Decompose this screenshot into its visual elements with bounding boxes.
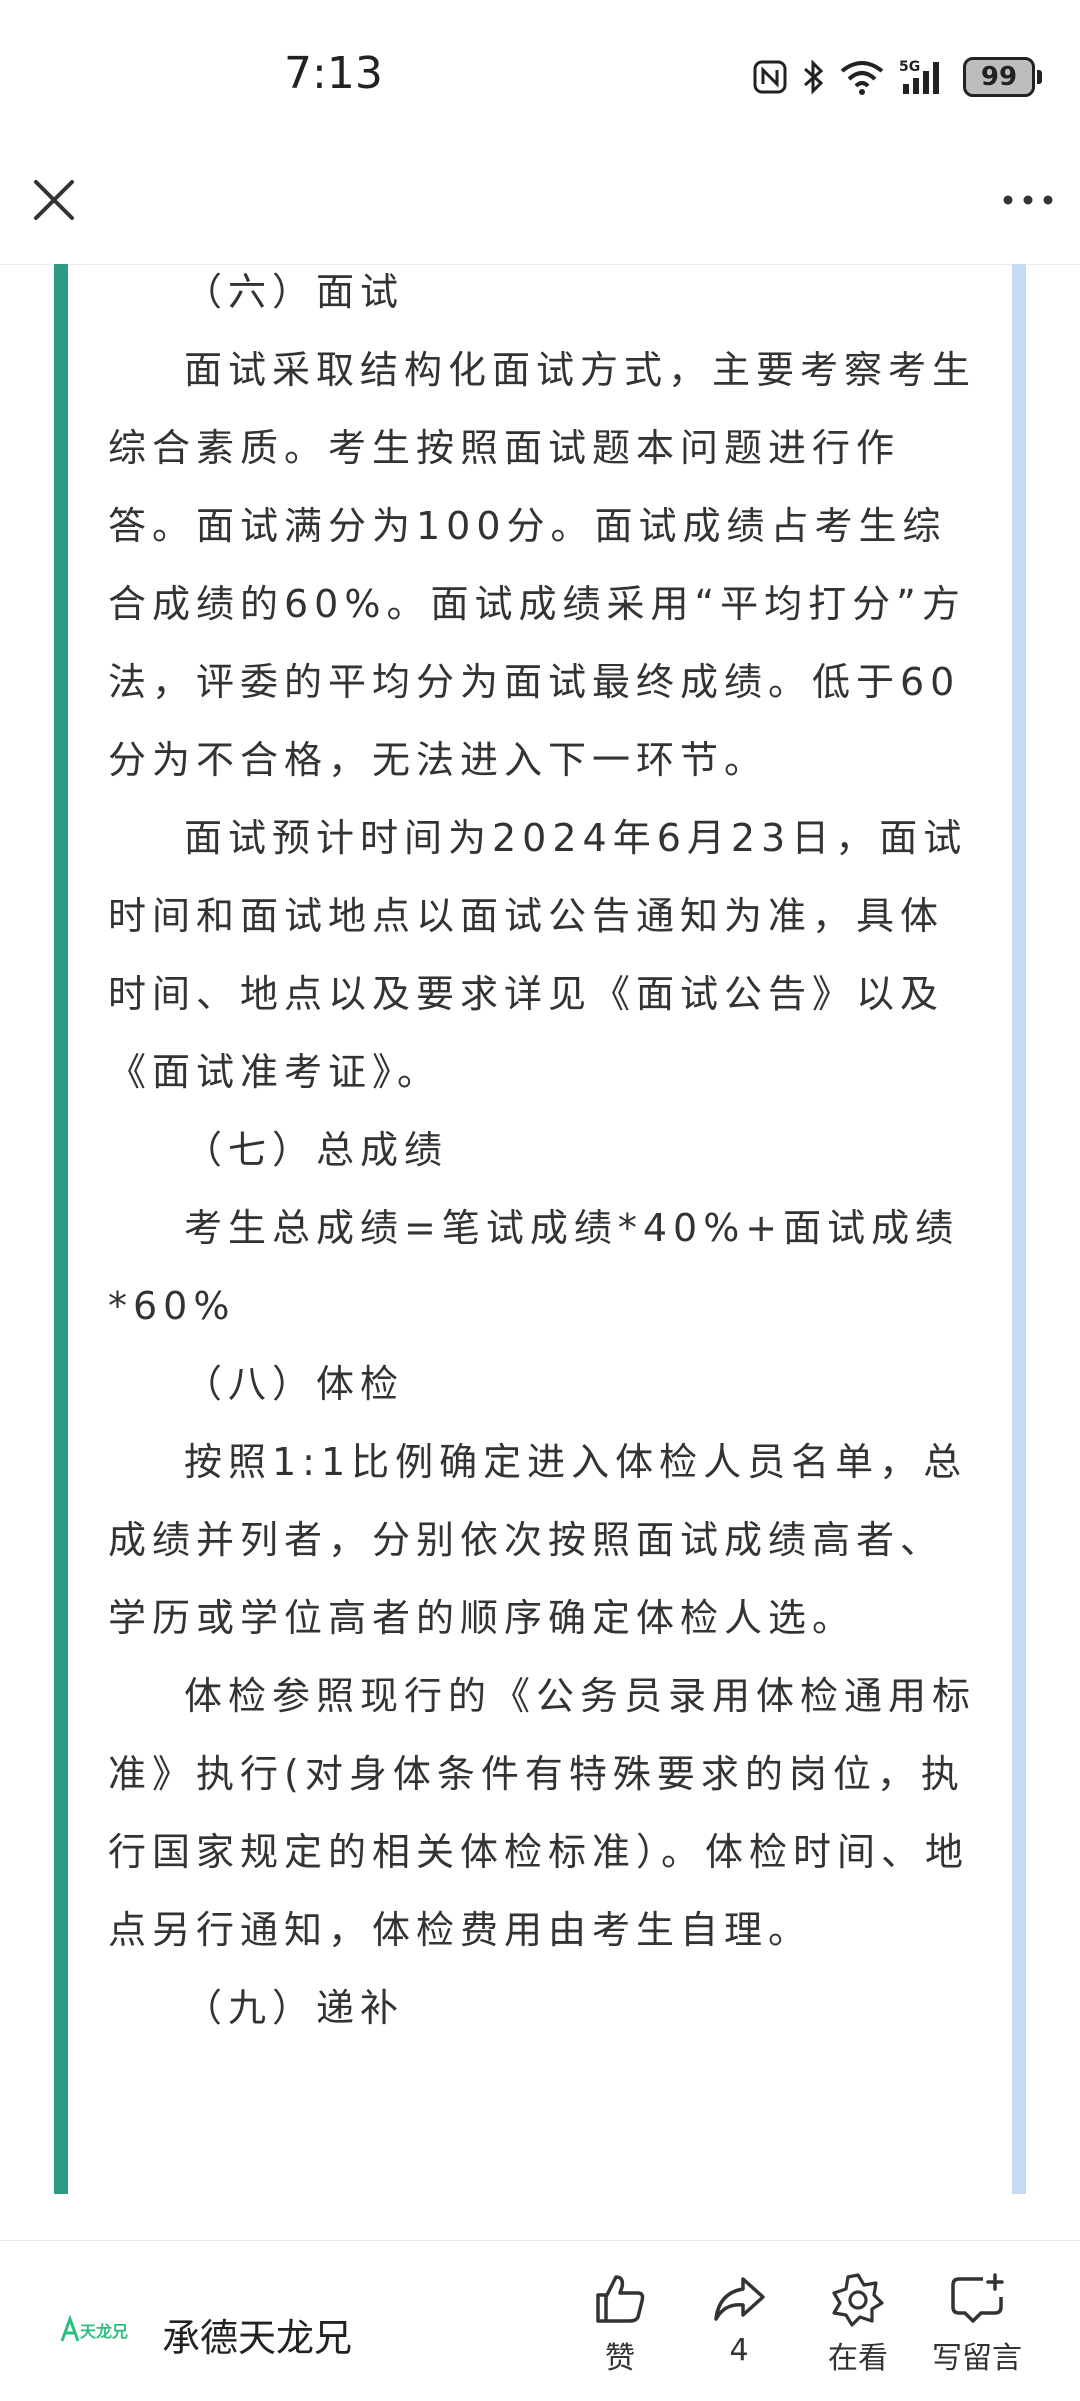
share-icon bbox=[714, 2277, 765, 2321]
section-heading-total-score: （七）总成绩 bbox=[184, 1128, 449, 1172]
article-content: （六）面试 面试采取结构化面试方式，主要考察考生综合素质。考生按照面试题本问题进… bbox=[108, 264, 978, 2047]
status-time: 7:13 bbox=[284, 48, 383, 99]
section-heading-interview: （六）面试 bbox=[184, 270, 405, 314]
paragraph-interview-method: 面试采取结构化面试方式，主要考察考生综合素质。考生按照面试题本问题进行作答。面试… bbox=[108, 348, 977, 782]
network-type: 5G bbox=[899, 59, 920, 75]
paragraph-interview-time: 面试预计时间为2024年6月23日，面试时间和面试地点以面试公告通知为准，具体时… bbox=[108, 816, 968, 1094]
watching-label: 在看 bbox=[828, 2341, 888, 2376]
status-bar: 7:13 5G 99 bbox=[0, 0, 1080, 160]
close-icon[interactable] bbox=[30, 176, 78, 224]
signal-icon: 5G bbox=[899, 59, 939, 94]
bluetooth-icon bbox=[804, 59, 824, 95]
account-logo[interactable]: 天龙兄 bbox=[60, 2315, 132, 2345]
wifi-icon bbox=[840, 61, 884, 95]
comment-label: 写留言 bbox=[932, 2341, 1022, 2376]
watching-icon bbox=[832, 2273, 884, 2327]
paragraph-total-score: 考生总成绩=笔试成绩*40%+面试成绩*60% bbox=[108, 1206, 960, 1328]
share-button[interactable]: 4 bbox=[684, 2271, 794, 2368]
watching-button[interactable]: 在看 bbox=[803, 2271, 913, 2377]
paragraph-exam-list: 按照1:1比例确定进入体检人员名单，总成绩并列者，分别依次按照面试成绩高者、学历… bbox=[108, 1440, 968, 1640]
account-logo-text: 天龙兄 bbox=[80, 2322, 128, 2341]
bottom-bar: 天龙兄 承德天龙兄 赞 4 在看 写留言 bbox=[0, 2240, 1080, 2401]
battery-icon: 99 bbox=[963, 57, 1042, 97]
top-nav bbox=[0, 160, 1080, 265]
comment-icon bbox=[951, 2273, 1004, 2323]
comment-button[interactable]: 写留言 bbox=[922, 2271, 1032, 2377]
share-count: 4 bbox=[729, 2333, 749, 2368]
paragraph-exam-standard: 体检参照现行的《公务员录用体检通用标准》执行(对身体条件有特殊要求的岗位，执行国… bbox=[108, 1674, 977, 1952]
more-icon[interactable] bbox=[1000, 186, 1056, 214]
battery-level: 99 bbox=[963, 57, 1035, 97]
right-accent-bar bbox=[1012, 264, 1026, 2194]
article-body: （六）面试 面试采取结构化面试方式，主要考察考生综合素质。考生按照面试题本问题进… bbox=[0, 264, 1080, 2194]
account-name[interactable]: 承德天龙兄 bbox=[162, 2307, 352, 2362]
like-button[interactable]: 赞 bbox=[565, 2271, 675, 2377]
status-icons: 5G 99 bbox=[753, 54, 1042, 100]
like-icon bbox=[596, 2275, 645, 2323]
nfc-icon bbox=[753, 60, 787, 94]
section-heading-substitution: （九）递补 bbox=[184, 1986, 405, 2030]
left-accent-bar bbox=[54, 264, 68, 2194]
section-heading-physical-exam: （八）体检 bbox=[184, 1362, 405, 1406]
like-label: 赞 bbox=[605, 2341, 635, 2376]
